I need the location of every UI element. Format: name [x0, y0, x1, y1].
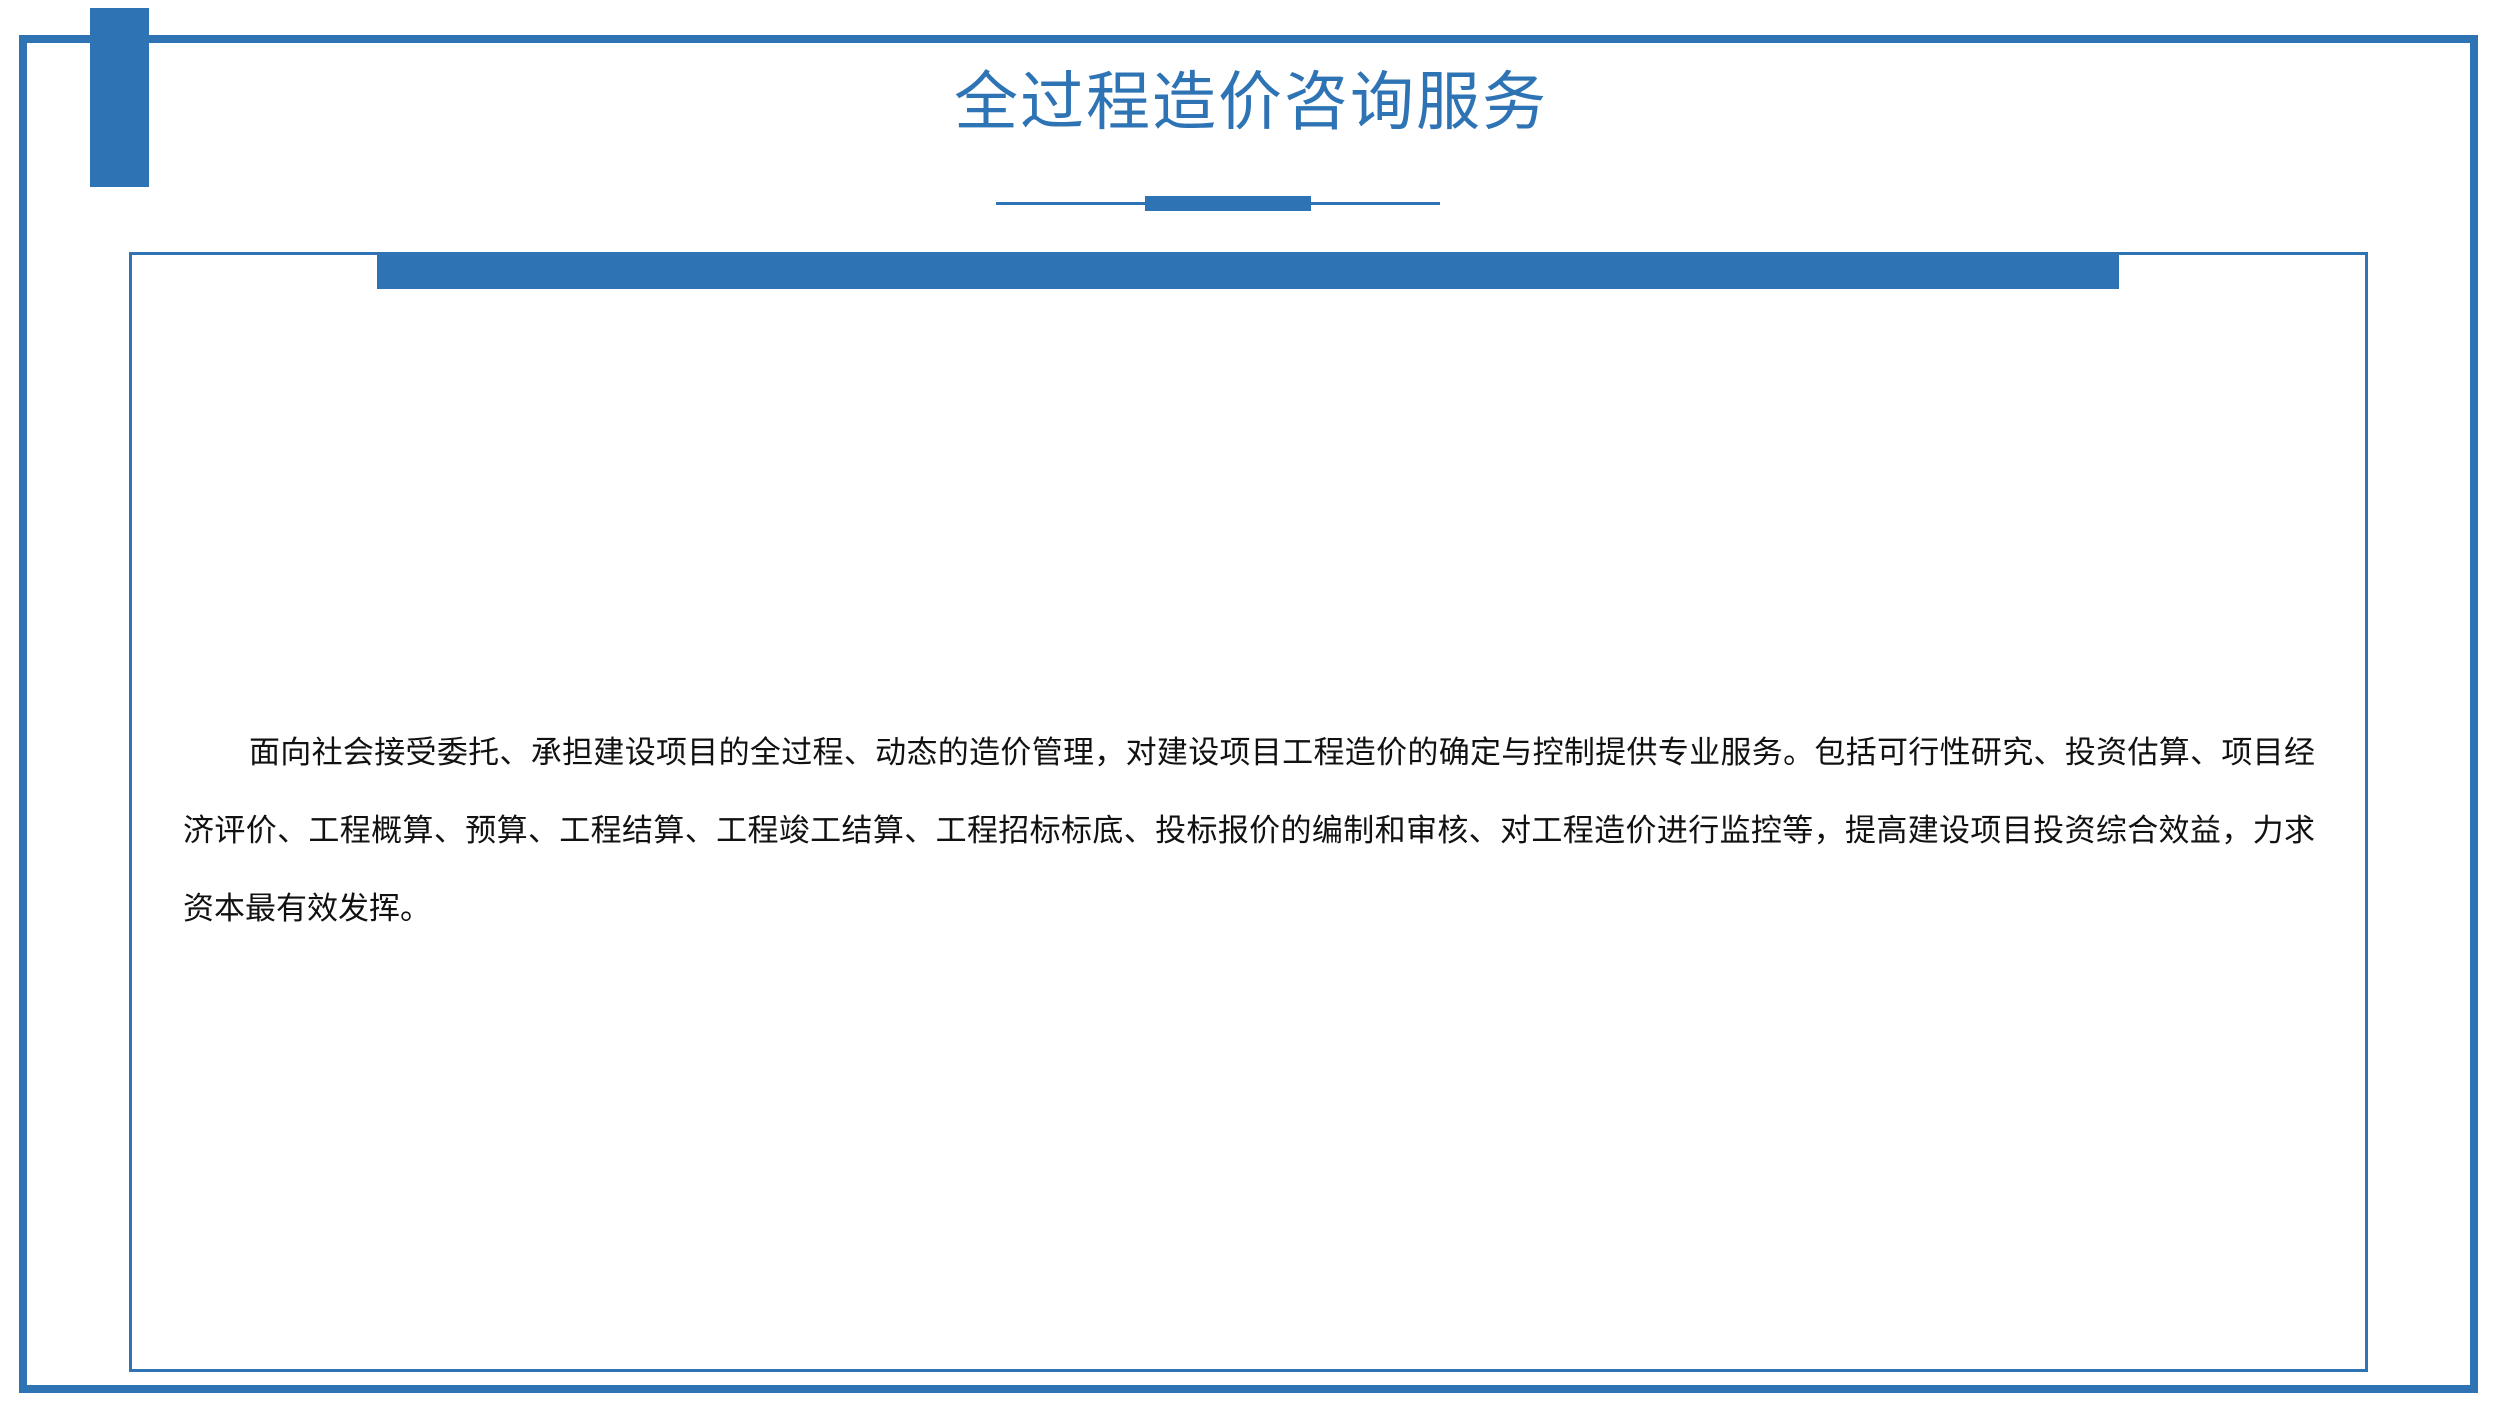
slide-title: 全过程造价咨询服务 — [954, 66, 1548, 140]
body-paragraph: 面向社会接受委托、承担建设项目的全过程、动态的造价管理，对建设项目工程造价的确定… — [183, 735, 2315, 927]
title-divider-block — [1145, 196, 1311, 211]
content-header-band — [377, 254, 2119, 289]
